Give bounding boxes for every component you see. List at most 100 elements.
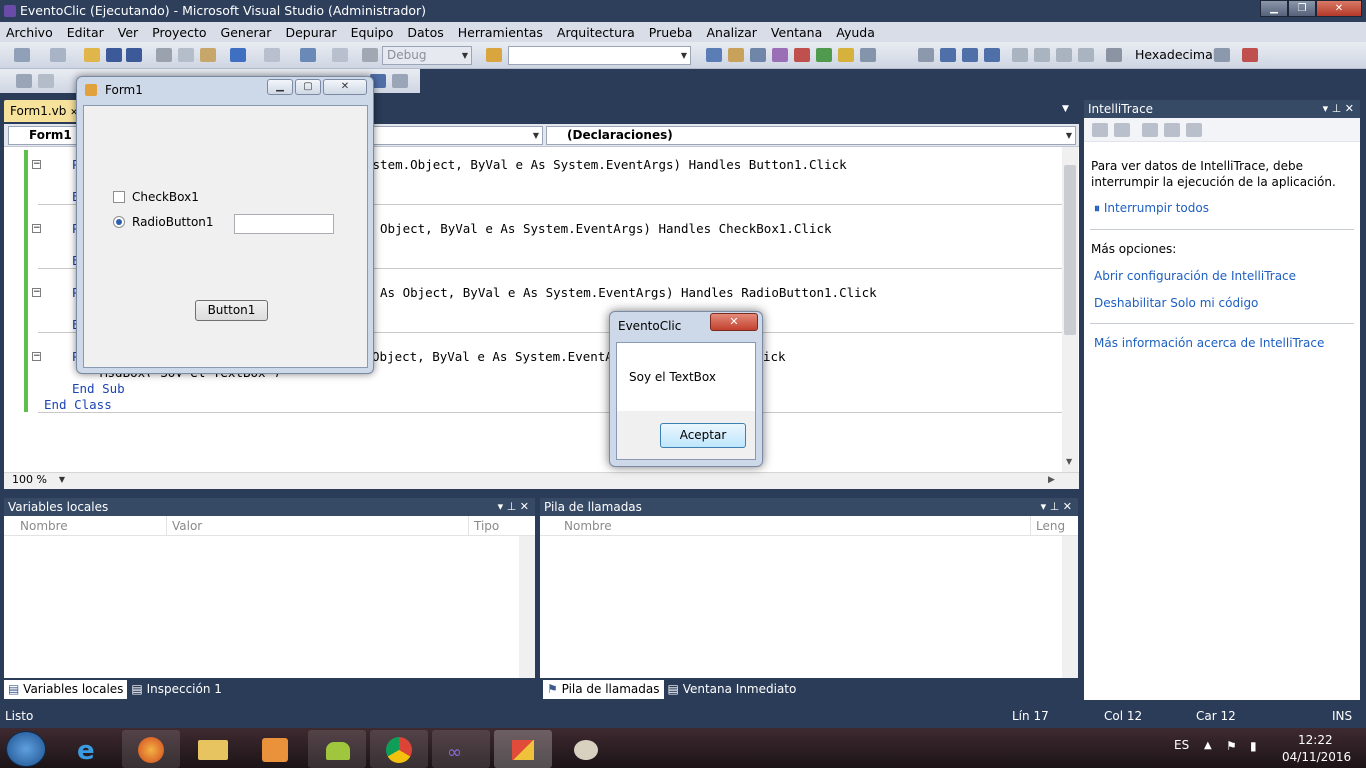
scroll-thumb[interactable] — [1064, 165, 1076, 335]
team-explorer-icon[interactable] — [838, 48, 854, 62]
start-button[interactable] — [6, 731, 46, 767]
tab-pila-de-llamadas[interactable]: ⚑ Pila de llamadas — [543, 680, 664, 699]
cut-icon[interactable] — [156, 48, 172, 62]
extension-manager-icon[interactable] — [816, 48, 832, 62]
scroll-down-icon[interactable]: ▼ — [1066, 457, 1072, 466]
menu-arquitectura[interactable]: Arquitectura — [557, 25, 635, 40]
menu-ayuda[interactable]: Ayuda — [836, 25, 875, 40]
find-icon[interactable] — [392, 74, 408, 88]
menu-datos[interactable]: Datos — [407, 25, 443, 40]
scroll-right-icon[interactable]: ▶ — [1048, 475, 1055, 485]
menu-herramientas[interactable]: Herramientas — [458, 25, 543, 40]
locals-grid[interactable]: Nombre Valor Tipo — [4, 516, 535, 678]
restart-icon[interactable] — [984, 48, 1000, 62]
taskbar-media-icon[interactable] — [246, 730, 304, 768]
editor-vertical-scrollbar[interactable]: ▼ — [1062, 147, 1078, 472]
hexadecimal-toggle[interactable]: Hexadecimal — [1135, 47, 1216, 62]
menu-equipo[interactable]: Equipo — [351, 25, 394, 40]
new-project-icon[interactable] — [14, 48, 30, 62]
taskbar-visual-studio-icon[interactable]: ∞ — [432, 730, 490, 768]
exceptions-icon[interactable] — [1242, 48, 1258, 62]
checkbox1-label[interactable]: CheckBox1 — [132, 190, 199, 204]
config-link[interactable]: Abrir configuración de IntelliTrace — [1094, 269, 1296, 283]
textbox1[interactable] — [234, 214, 334, 234]
radiobutton1-label[interactable]: RadioButton1 — [132, 215, 214, 229]
language-indicator[interactable]: ES — [1174, 738, 1189, 752]
taskbar-explorer-icon[interactable] — [184, 730, 242, 768]
copy-icon[interactable] — [178, 48, 194, 62]
callstack-scrollbar[interactable] — [1062, 536, 1078, 678]
col-nombre[interactable]: Nombre — [20, 516, 68, 536]
menu-archivo[interactable]: Archivo — [6, 25, 53, 40]
more-info-link[interactable]: Más información acerca de IntelliTrace — [1094, 336, 1324, 350]
tab-form1-vb[interactable]: Form1.vb ✕ — [4, 100, 78, 122]
radiobutton1-circle[interactable] — [113, 216, 125, 228]
taskbar-chrome-icon[interactable] — [370, 730, 428, 768]
collapse-icon[interactable]: − — [32, 288, 41, 297]
step-into-icon[interactable] — [1034, 48, 1050, 62]
layout-icon[interactable] — [16, 74, 32, 88]
taskbar-paint-icon[interactable] — [556, 730, 614, 768]
disable-just-my-code-link[interactable]: Deshabilitar Solo mi código — [1094, 296, 1258, 310]
align-icon[interactable] — [38, 74, 54, 88]
taskbar-ie-icon[interactable]: e — [60, 730, 118, 768]
form1-minimize-button[interactable]: ▁ — [267, 79, 293, 95]
form1-close-button[interactable]: ✕ — [323, 79, 367, 95]
tab-variables-locales[interactable]: ▤ Variables locales — [4, 680, 128, 699]
clock-date[interactable]: 04/11/2016 — [1282, 750, 1351, 764]
show-next-statement-icon[interactable] — [1012, 48, 1028, 62]
object-browser-icon[interactable] — [750, 48, 766, 62]
close-button[interactable]: ✕ — [1316, 0, 1362, 17]
menu-editar[interactable]: Editar — [67, 25, 104, 40]
open-folder-icon[interactable] — [84, 48, 100, 62]
taskbar-form-app-icon[interactable] — [494, 730, 552, 768]
open-log-icon[interactable] — [1142, 123, 1158, 137]
taskbar-firefox-icon[interactable] — [122, 730, 180, 768]
break-all-link[interactable]: ⏸ Interrumpir todos — [1094, 201, 1209, 216]
menu-generar[interactable]: Generar — [221, 25, 272, 40]
checkbox1-box[interactable] — [113, 191, 125, 203]
menu-ventana[interactable]: Ventana — [771, 25, 822, 40]
step-out-icon[interactable] — [1078, 48, 1094, 62]
msgbox-close-button[interactable]: ✕ — [710, 313, 758, 331]
locals-scrollbar[interactable] — [519, 536, 535, 678]
step-over-icon[interactable] — [1056, 48, 1072, 62]
zoom-combo[interactable]: 100 % ▼ — [8, 473, 68, 489]
collapse-icon[interactable]: − — [32, 160, 41, 169]
minimize-button[interactable]: ▁ — [1260, 0, 1288, 17]
menu-analizar[interactable]: Analizar — [706, 25, 756, 40]
undo-icon[interactable] — [230, 48, 246, 62]
redo-icon[interactable] — [264, 48, 280, 62]
hex-options-icon[interactable] — [1214, 48, 1230, 62]
menu-proyecto[interactable]: Proyecto — [152, 25, 206, 40]
col-valor[interactable]: Valor — [166, 516, 202, 536]
tab-ventana-inmediato[interactable]: ▤ Ventana Inmediato — [664, 680, 801, 699]
save-icon[interactable] — [106, 48, 122, 62]
search-icon[interactable] — [1164, 123, 1180, 137]
navigate-forward-icon[interactable] — [332, 48, 348, 62]
form1-maximize-button[interactable]: ▢ — [295, 79, 321, 95]
events-view-icon[interactable] — [1092, 123, 1108, 137]
properties-icon[interactable] — [728, 48, 744, 62]
menu-depurar[interactable]: Depurar — [285, 25, 336, 40]
break-all-icon[interactable] — [940, 48, 956, 62]
output-icon[interactable] — [860, 48, 876, 62]
add-item-icon[interactable] — [50, 48, 66, 62]
solution-explorer-icon[interactable] — [706, 48, 722, 62]
tools-icon[interactable] — [794, 48, 810, 62]
button1[interactable]: Button1 — [195, 300, 268, 321]
continue-icon[interactable] — [918, 48, 934, 62]
toolbox-icon[interactable] — [772, 48, 788, 62]
accept-button[interactable]: Aceptar — [660, 423, 746, 448]
calls-view-icon[interactable] — [1114, 123, 1130, 137]
platform-combo[interactable]: ▼ — [508, 46, 691, 65]
navigate-back-icon[interactable] — [300, 48, 316, 62]
settings-icon[interactable] — [1186, 123, 1202, 137]
quick-watch-icon[interactable] — [1106, 48, 1122, 62]
action-center-icon[interactable]: ⚑ — [1226, 739, 1237, 753]
collapse-icon[interactable]: − — [32, 224, 41, 233]
tab-inspeccion-1[interactable]: ▤ Inspección 1 — [127, 680, 226, 699]
clock-time[interactable]: 12:22 — [1298, 733, 1333, 747]
paste-icon[interactable] — [200, 48, 216, 62]
col-tipo[interactable]: Tipo — [468, 516, 499, 536]
